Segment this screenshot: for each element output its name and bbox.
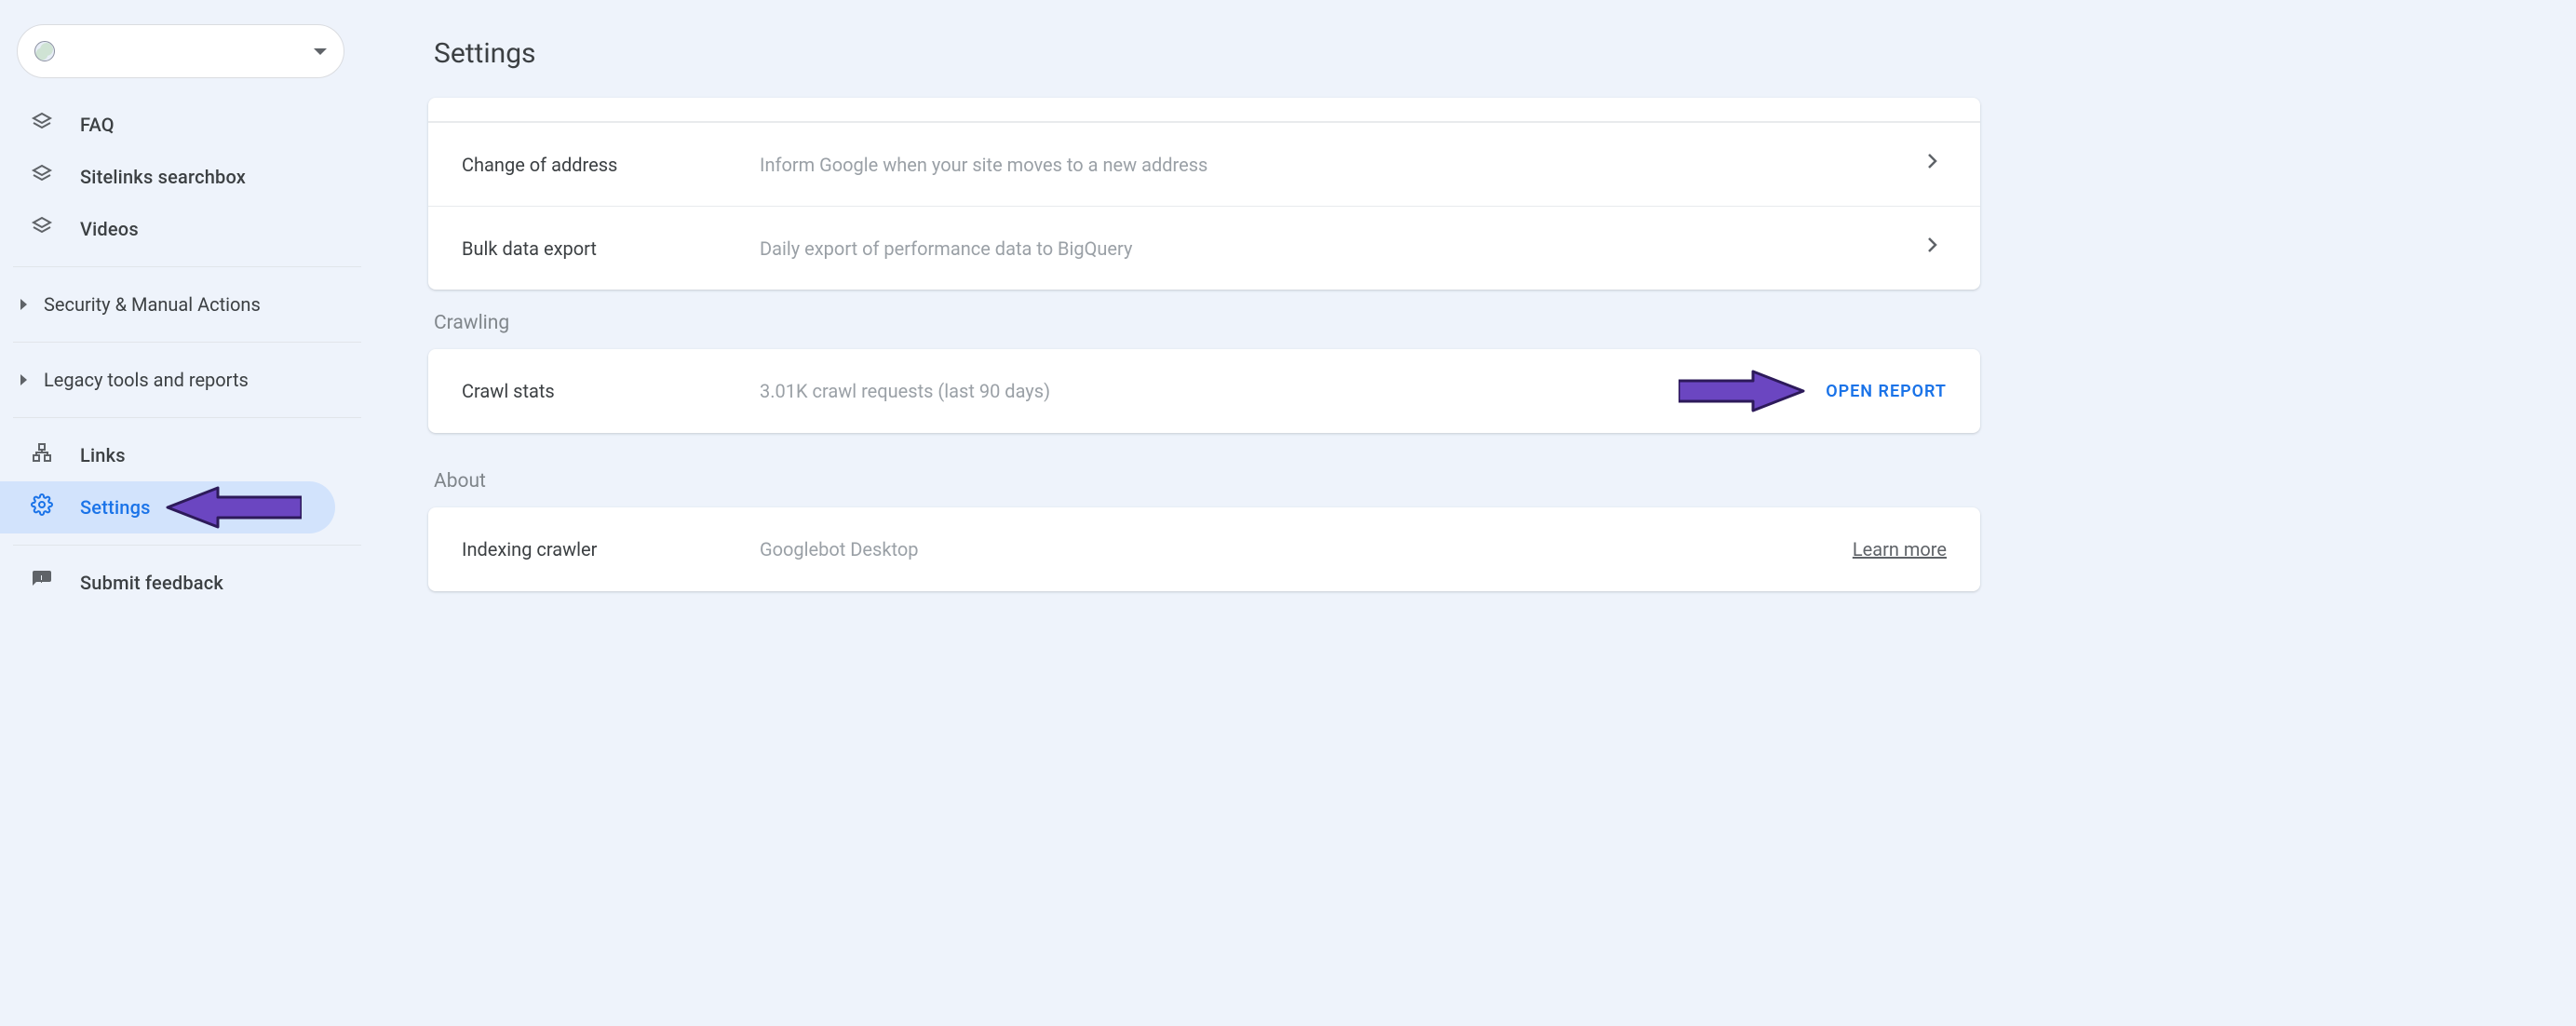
open-report-button[interactable]: OPEN REPORT (1826, 382, 1947, 401)
sidebar-item-label: Settings (80, 496, 151, 519)
layers-icon (30, 163, 54, 191)
sidebar: FAQ Sitelinks searchbox Videos Security … (0, 0, 361, 609)
crawling-card: Crawl stats 3.01K crawl requests (last 9… (428, 349, 1980, 433)
row-change-of-address[interactable]: Change of address Inform Google when you… (428, 122, 1980, 206)
globe-icon (34, 41, 55, 61)
divider (13, 342, 361, 343)
feedback-icon (30, 569, 54, 597)
chevron-down-icon (314, 48, 327, 55)
annotation-arrow-icon (1679, 370, 1809, 412)
sidebar-item-sitelinks[interactable]: Sitelinks searchbox (0, 151, 361, 203)
annotation-arrow-icon (162, 486, 302, 529)
sidebar-section-legacy[interactable]: Legacy tools and reports (0, 354, 361, 406)
gear-icon (30, 493, 54, 521)
sidebar-item-settings[interactable]: Settings (0, 481, 335, 533)
chevron-right-icon (1917, 234, 1947, 263)
caret-right-icon (20, 374, 27, 385)
row-indexing-crawler: Indexing crawler Googlebot Desktop Learn… (428, 507, 1980, 591)
sidebar-item-feedback[interactable]: Submit feedback (0, 557, 361, 609)
caret-right-icon (20, 299, 27, 310)
row-crawl-stats[interactable]: Crawl stats 3.01K crawl requests (last 9… (428, 349, 1980, 433)
layers-icon (30, 111, 54, 139)
page-title: Settings (434, 37, 1980, 70)
row-title: Bulk data export (462, 237, 760, 260)
divider (13, 417, 361, 418)
row-title: Indexing crawler (462, 538, 760, 560)
divider (13, 545, 361, 546)
row-bulk-data-export[interactable]: Bulk data export Daily export of perform… (428, 206, 1980, 290)
row-desc: Daily export of performance data to BigQ… (760, 237, 1917, 260)
sitemap-icon (30, 441, 54, 469)
about-card: Indexing crawler Googlebot Desktop Learn… (428, 507, 1980, 591)
property-input[interactable] (55, 34, 314, 69)
row-desc: 3.01K crawl requests (last 90 days) (760, 380, 1667, 402)
sidebar-item-label: Submit feedback (80, 572, 223, 594)
section-heading-about: About (434, 470, 1980, 493)
chevron-right-icon (1917, 150, 1947, 179)
row-desc: Googlebot Desktop (760, 538, 1853, 560)
sidebar-item-label: Legacy tools and reports (44, 369, 249, 391)
sidebar-item-faq[interactable]: FAQ (0, 99, 361, 151)
sidebar-item-label: Links (80, 444, 126, 466)
sidebar-item-links[interactable]: Links (0, 429, 361, 481)
sidebar-item-label: Videos (80, 218, 139, 240)
sidebar-item-label: Sitelinks searchbox (80, 166, 246, 188)
sidebar-item-videos[interactable]: Videos (0, 203, 361, 255)
row-title: Crawl stats (462, 380, 760, 402)
learn-more-link[interactable]: Learn more (1853, 538, 1947, 560)
row-title: Change of address (462, 154, 760, 176)
property-selector[interactable] (17, 24, 344, 78)
main: Settings Change of address Inform Google… (428, 17, 2539, 628)
layers-icon (30, 215, 54, 243)
row-desc: Inform Google when your site moves to a … (760, 154, 1917, 176)
sidebar-item-label: FAQ (80, 114, 115, 136)
divider (13, 266, 361, 267)
sidebar-item-label: Security & Manual Actions (44, 293, 261, 316)
general-card: Change of address Inform Google when you… (428, 98, 1980, 290)
section-heading-crawling: Crawling (434, 312, 1980, 334)
card-lead-strip (428, 98, 1980, 122)
sidebar-section-security[interactable]: Security & Manual Actions (0, 278, 361, 331)
